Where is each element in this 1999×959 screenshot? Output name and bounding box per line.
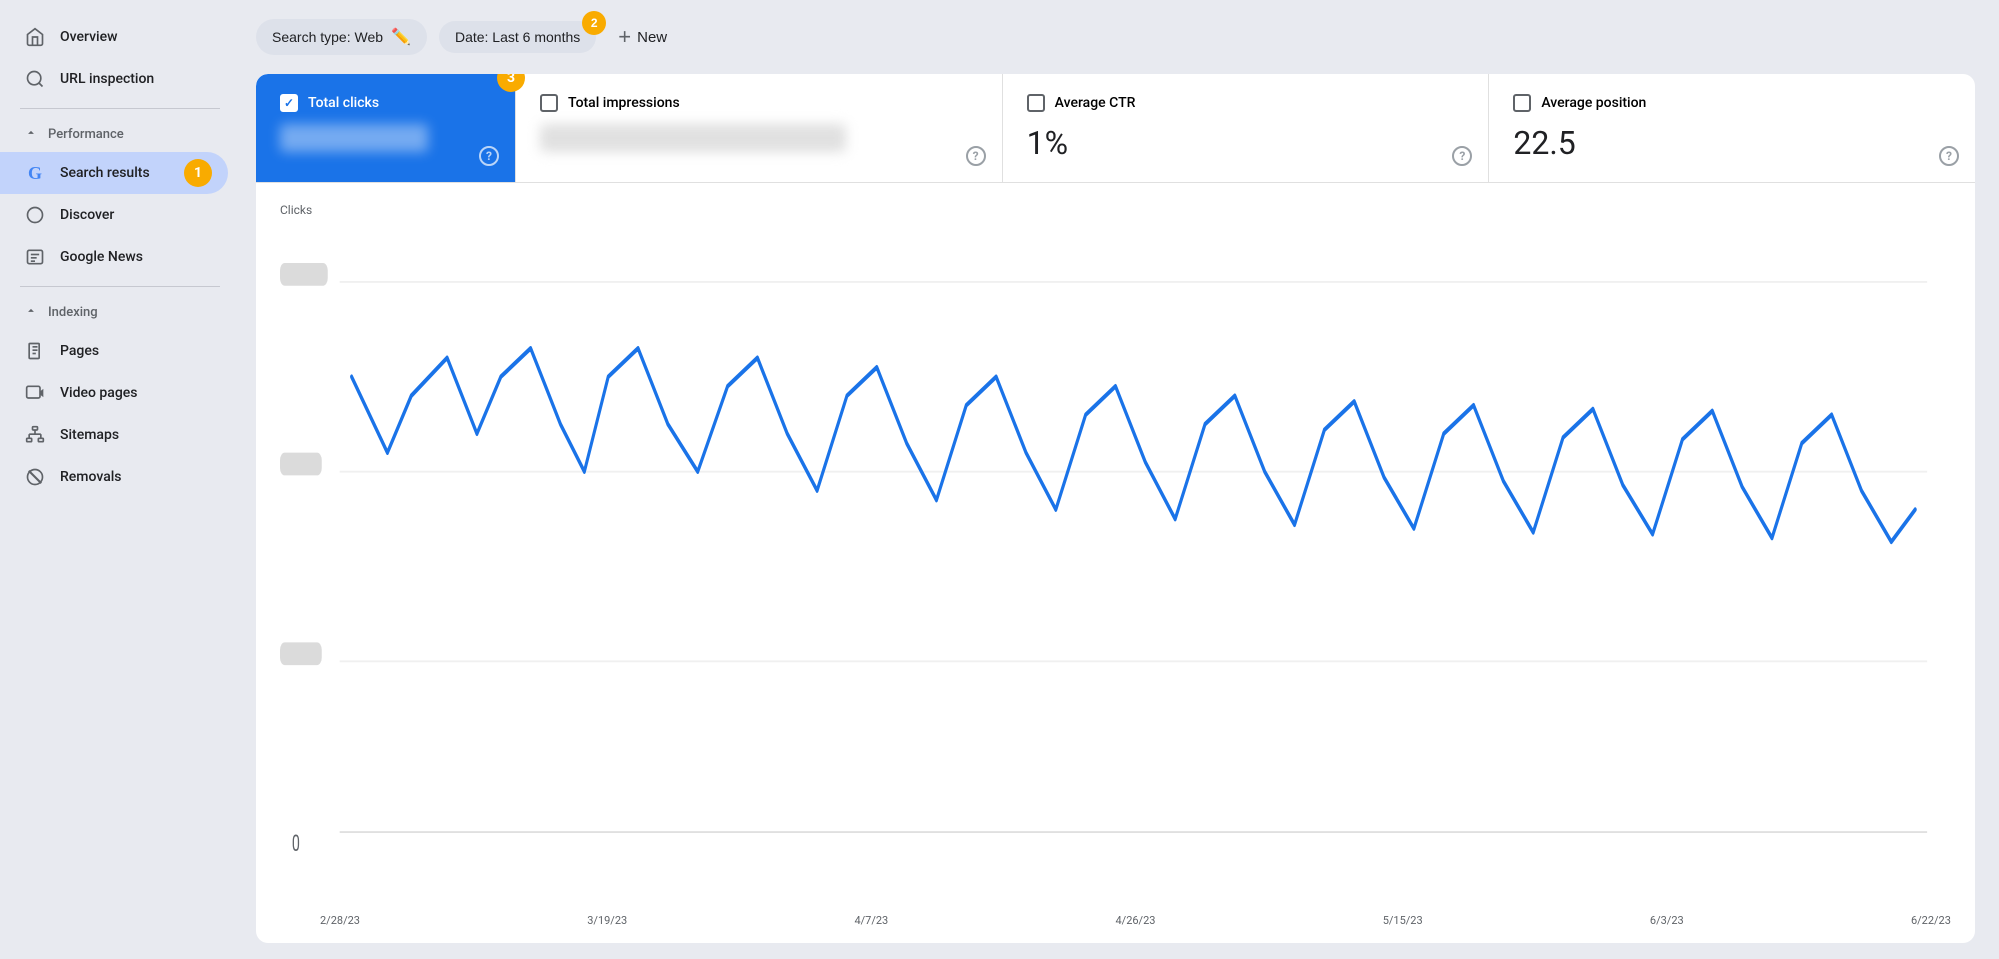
date-filter[interactable]: Date: Last 6 months 2 <box>439 21 596 53</box>
search-results-label: Search results <box>60 165 150 181</box>
average-position-help-icon[interactable]: ? <box>1939 146 1959 166</box>
google-g-icon: G <box>24 162 46 184</box>
average-ctr-help-icon[interactable]: ? <box>1452 146 1472 166</box>
toolbar: Search type: Web ✏️ Date: Last 6 months … <box>256 16 1975 58</box>
x-axis-labels: 2/28/23 3/19/23 4/7/23 4/26/23 5/15/23 6… <box>280 908 1951 927</box>
sidebar: Overview URL inspection Performance G Se… <box>0 0 240 959</box>
discover-icon <box>24 204 46 226</box>
total-impressions-value-blurred <box>540 124 846 152</box>
sidebar-item-sitemaps[interactable]: Sitemaps <box>0 414 228 456</box>
pages-label: Pages <box>60 343 99 359</box>
svg-text:0: 0 <box>292 830 300 858</box>
average-ctr-header: Average CTR <box>1027 94 1465 112</box>
sidebar-item-url-inspection[interactable]: URL inspection <box>0 58 228 100</box>
sidebar-item-pages[interactable]: Pages <box>0 330 228 372</box>
x-label-5: 6/3/23 <box>1650 914 1684 927</box>
indexing-section-header[interactable]: Indexing <box>0 295 240 330</box>
url-inspection-label: URL inspection <box>60 71 154 87</box>
metric-total-clicks[interactable]: Total clicks ? 3 <box>256 74 516 182</box>
divider-2 <box>20 286 220 287</box>
x-label-2: 4/7/23 <box>854 914 888 927</box>
x-label-4: 5/15/23 <box>1383 914 1423 927</box>
sidebar-item-google-news[interactable]: Google News <box>0 236 228 278</box>
google-news-label: Google News <box>60 249 143 265</box>
total-impressions-header: Total impressions <box>540 94 978 112</box>
new-button[interactable]: + New <box>608 16 677 58</box>
performance-section-label: Performance <box>48 127 124 142</box>
average-position-header: Average position <box>1513 94 1951 112</box>
video-pages-icon <box>24 382 46 404</box>
search-icon <box>24 68 46 90</box>
average-ctr-value: 1% <box>1027 124 1465 162</box>
pages-icon <box>24 340 46 362</box>
date-label: Date: Last 6 months <box>455 29 580 45</box>
total-impressions-help-icon[interactable]: ? <box>966 146 986 166</box>
search-results-badge: 1 <box>184 159 212 187</box>
indexing-section-label: Indexing <box>48 305 98 320</box>
main-content: Search type: Web ✏️ Date: Last 6 months … <box>240 0 1999 959</box>
search-type-filter[interactable]: Search type: Web ✏️ <box>256 19 427 55</box>
average-ctr-checkbox[interactable] <box>1027 94 1045 112</box>
removals-icon <box>24 466 46 488</box>
performance-section-header[interactable]: Performance <box>0 117 240 152</box>
average-position-checkbox[interactable] <box>1513 94 1531 112</box>
total-clicks-label: Total clicks <box>308 95 379 111</box>
sitemaps-icon <box>24 424 46 446</box>
discover-label: Discover <box>60 207 114 223</box>
x-label-3: 4/26/23 <box>1115 914 1155 927</box>
sidebar-item-search-results[interactable]: G Search results 1 <box>0 152 228 194</box>
google-news-icon <box>24 246 46 268</box>
sidebar-item-video-pages[interactable]: Video pages <box>0 372 228 414</box>
divider-1 <box>20 108 220 109</box>
metrics-row: Total clicks ? 3 Total impressions ? <box>256 74 1975 183</box>
total-clicks-value-blurred <box>280 124 428 152</box>
metric-total-impressions[interactable]: Total impressions ? <box>516 74 1003 182</box>
x-label-0: 2/28/23 <box>320 914 360 927</box>
clicks-chart: 0 <box>280 225 1951 908</box>
average-position-label: Average position <box>1541 95 1646 111</box>
total-clicks-header: Total clicks <box>280 94 491 112</box>
x-label-6: 6/22/23 <box>1911 914 1951 927</box>
total-impressions-label: Total impressions <box>568 95 680 111</box>
chart-y-label: Clicks <box>280 203 1951 217</box>
total-impressions-checkbox[interactable] <box>540 94 558 112</box>
date-badge: 2 <box>582 11 606 35</box>
sidebar-item-discover[interactable]: Discover <box>0 194 228 236</box>
home-icon <box>24 26 46 48</box>
chart-area: Clicks 0 2/28/23 <box>256 183 1975 943</box>
metric-average-position[interactable]: Average position 22.5 ? <box>1489 74 1975 182</box>
video-pages-label: Video pages <box>60 385 137 401</box>
date-filter-wrapper: Date: Last 6 months 2 <box>439 21 596 53</box>
x-label-1: 3/19/23 <box>587 914 627 927</box>
plus-icon: + <box>618 24 631 50</box>
chart-container: 0 <box>280 225 1951 908</box>
search-type-label: Search type: Web <box>272 29 383 45</box>
sidebar-item-overview[interactable]: Overview <box>0 16 228 58</box>
total-clicks-checkbox[interactable] <box>280 94 298 112</box>
sitemaps-label: Sitemaps <box>60 427 119 443</box>
average-position-value: 22.5 <box>1513 124 1951 162</box>
new-label: New <box>637 29 667 46</box>
overview-label: Overview <box>60 29 117 45</box>
sidebar-item-removals[interactable]: Removals <box>0 456 228 498</box>
metric-average-ctr[interactable]: Average CTR 1% ? <box>1003 74 1490 182</box>
average-ctr-label: Average CTR <box>1055 95 1136 111</box>
total-clicks-help-icon[interactable]: ? <box>479 146 499 166</box>
edit-icon: ✏️ <box>391 27 411 47</box>
content-area: Total clicks ? 3 Total impressions ? <box>256 74 1975 943</box>
removals-label: Removals <box>60 469 122 485</box>
